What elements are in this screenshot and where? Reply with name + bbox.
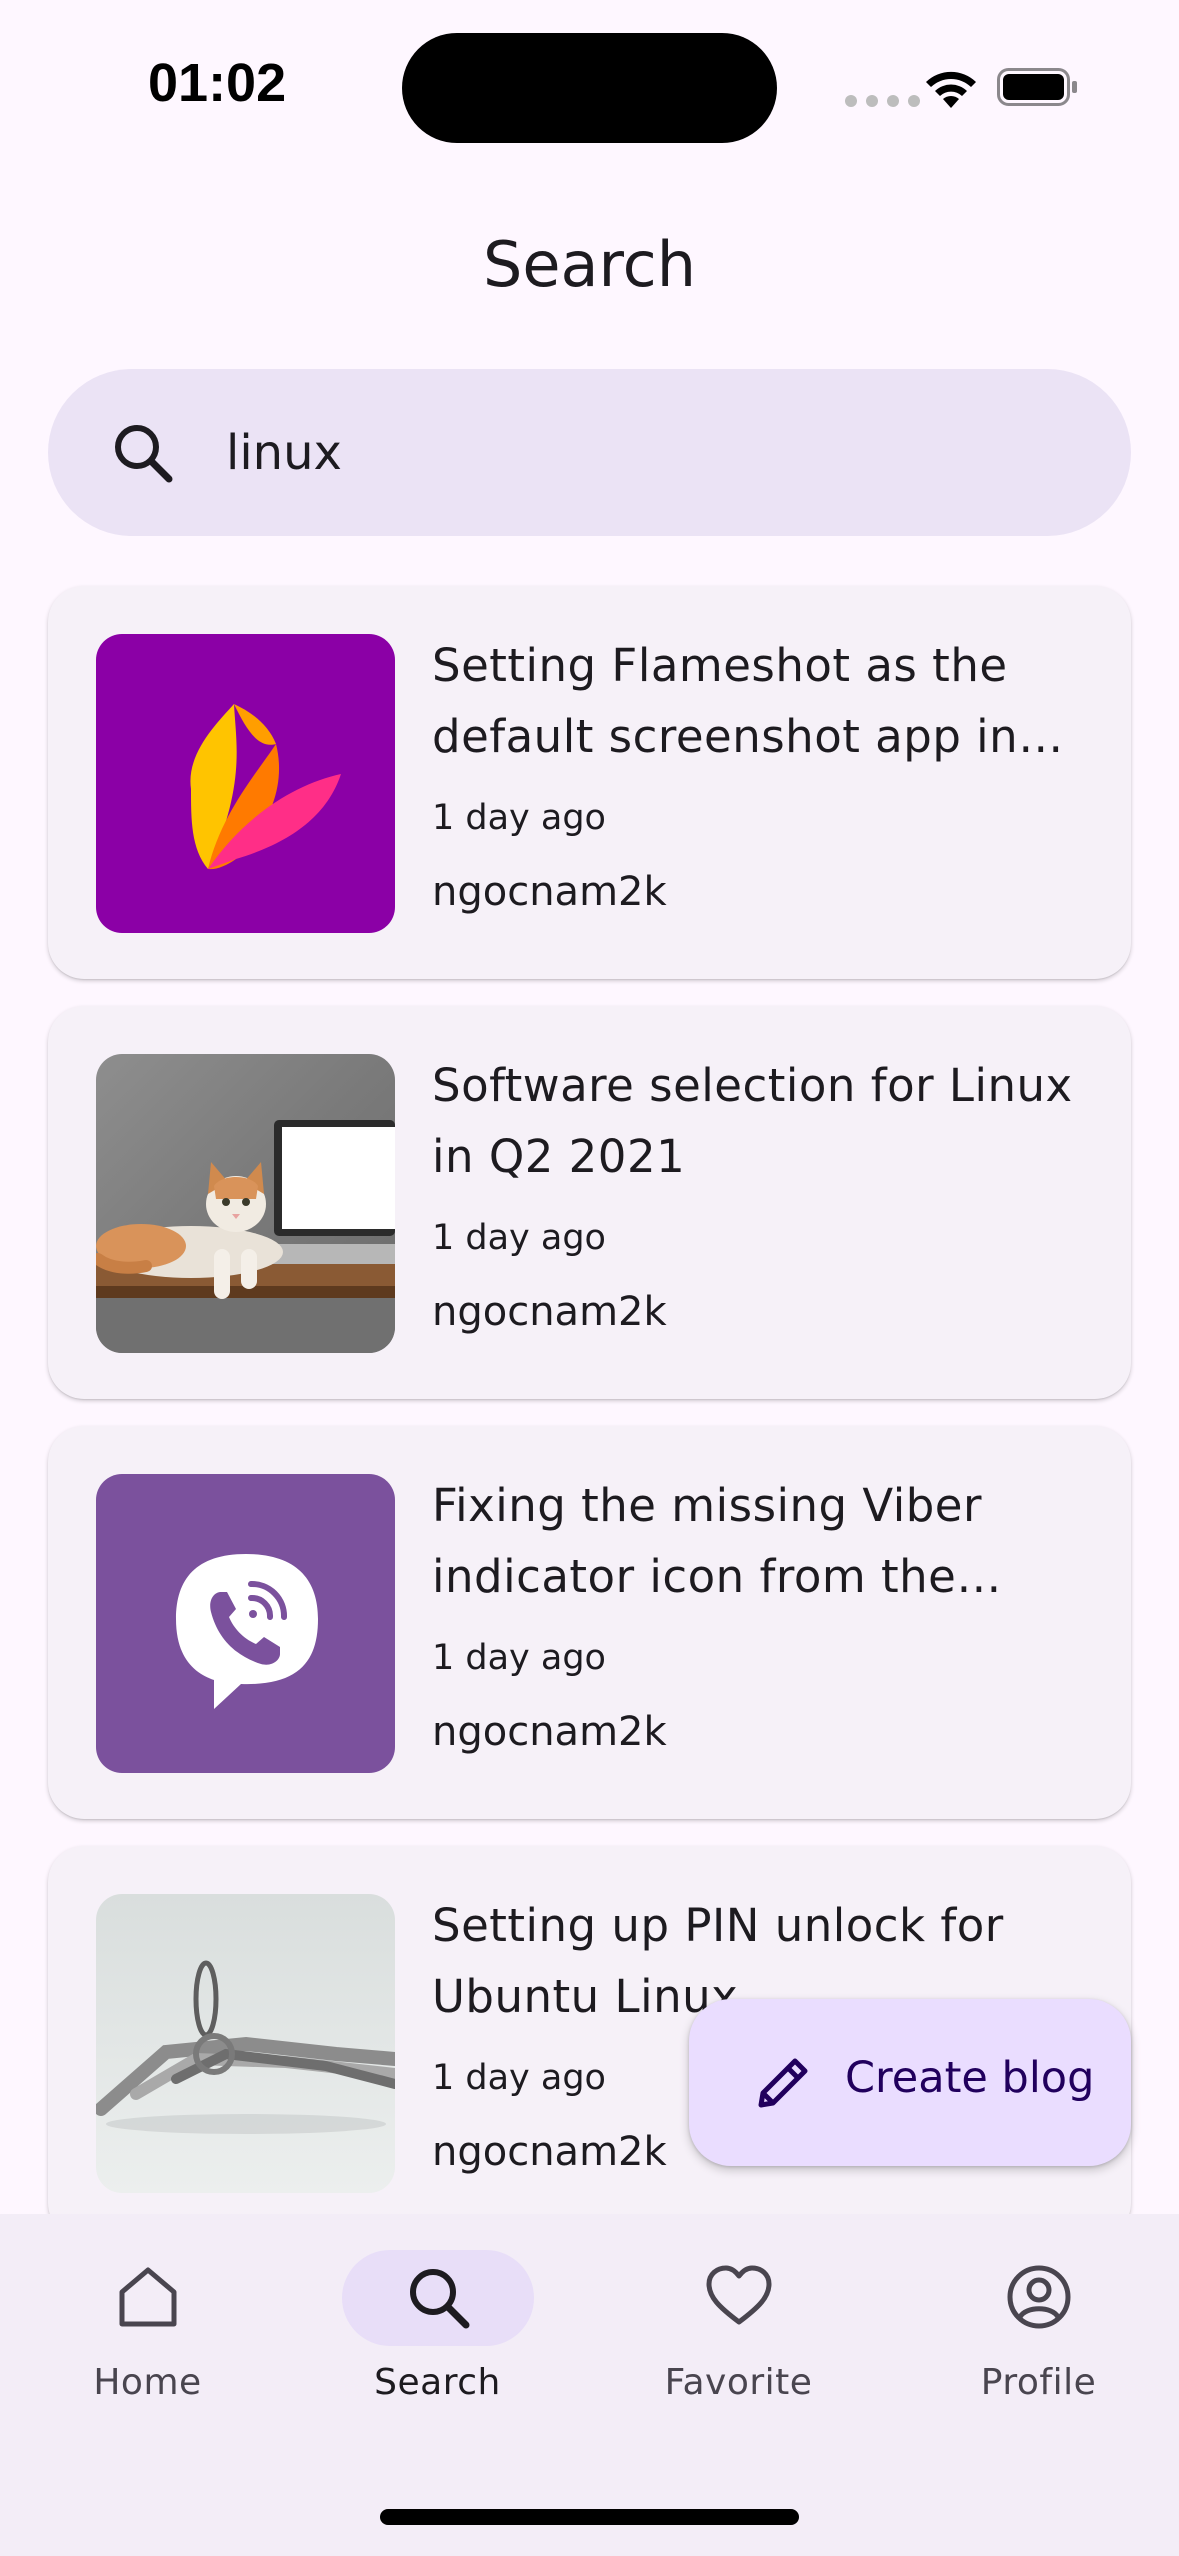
nav-label-home: Home — [93, 2362, 202, 2403]
heart-icon — [706, 2265, 771, 2325]
status-time: 01:02 — [148, 53, 287, 113]
search-input[interactable] — [226, 410, 1076, 496]
create-blog-label: Create blog — [845, 2053, 1095, 2103]
nav-item-home[interactable]: Home — [0, 2214, 295, 2414]
flameshot-logo — [96, 634, 395, 933]
search-icon — [409, 2269, 469, 2329]
home-indicator[interactable] — [380, 2509, 799, 2525]
battery-icon — [997, 68, 1077, 106]
bottom-navigation: Home Search Favorite Profile — [0, 2214, 1179, 2556]
pencil-icon — [758, 2058, 808, 2108]
viber-logo — [96, 1474, 395, 1773]
dynamic-island — [402, 33, 777, 143]
result-title: Fixing the missing Viber indicator icon … — [432, 1479, 982, 1603]
result-author: ngocnam2k — [432, 1289, 667, 1335]
result-timestamp: 1 day ago — [432, 1638, 606, 1678]
result-author: ngocnam2k — [432, 2129, 667, 2175]
profile-icon — [1007, 2265, 1070, 2329]
nav-item-favorite[interactable]: Favorite — [591, 2214, 886, 2414]
result-card[interactable]: Software selection for Linux in Q2 2021 … — [48, 1006, 1131, 1399]
result-title: Software selection for Linux in Q2 2021 — [432, 1059, 1073, 1183]
search-icon[interactable] — [110, 420, 176, 486]
cellular-signal-icon — [845, 95, 920, 107]
result-title: Setting Flameshot as the default screens… — [432, 639, 1019, 763]
nav-item-profile[interactable]: Profile — [891, 2214, 1179, 2414]
cat-with-laptop-photo — [96, 1054, 395, 1353]
result-card[interactable]: Fixing the missing Viber indicator icon … — [48, 1426, 1131, 1819]
result-timestamp: 1 day ago — [432, 1218, 606, 1258]
status-bar: 01:02 — [0, 0, 1179, 170]
nav-item-search[interactable]: Search — [290, 2214, 585, 2414]
nav-label-favorite: Favorite — [664, 2362, 813, 2403]
result-timestamp: 1 day ago — [432, 2058, 606, 2098]
home-icon — [119, 2267, 176, 2327]
keys-photo — [96, 1894, 395, 2193]
page-title: Search — [482, 228, 696, 301]
result-author: ngocnam2k — [432, 1709, 667, 1755]
create-blog-button[interactable]: Create blog — [689, 1999, 1131, 2166]
result-author: ngocnam2k — [432, 869, 667, 915]
nav-label-profile: Profile — [980, 2362, 1097, 2403]
nav-label-search: Search — [374, 2362, 501, 2403]
result-timestamp: 1 day ago — [432, 798, 606, 838]
result-card[interactable]: Setting Flameshot as the default screens… — [48, 586, 1131, 979]
wifi-icon — [926, 71, 976, 108]
